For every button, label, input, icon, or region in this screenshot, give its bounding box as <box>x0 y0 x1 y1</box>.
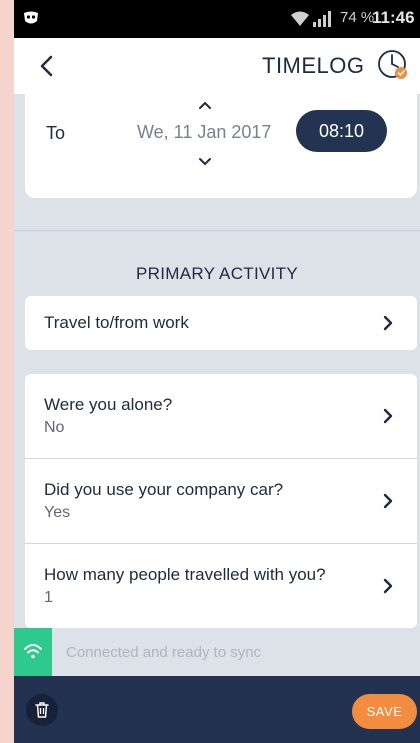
to-datetime-card: To We, 11 Jan 2017 08:10 <box>25 94 417 198</box>
chevron-right-icon <box>383 578 393 594</box>
section-title-primary-activity: PRIMARY ACTIVITY <box>136 264 298 283</box>
sync-message: Connected and ready to sync <box>66 644 262 661</box>
clock-check-icon[interactable] <box>376 48 410 82</box>
notification-mask-icon <box>24 11 38 24</box>
primary-activity-row[interactable]: Travel to/from work <box>25 296 417 350</box>
date-increment-chevron-icon[interactable] <box>197 99 213 111</box>
date-decrement-chevron-icon[interactable] <box>197 156 213 168</box>
question-row-travel-companions[interactable]: How many people travelled with you? 1 <box>25 544 417 628</box>
sync-status-bar: Connected and ready to sync <box>14 628 420 676</box>
to-label: To <box>46 123 66 143</box>
section-divider <box>14 230 420 231</box>
primary-activity-value: Travel to/from work <box>44 313 189 332</box>
question-row-alone[interactable]: Were you alone? No <box>25 374 417 458</box>
questions-card: Were you alone? No Did you use your comp… <box>25 374 417 628</box>
save-button[interactable]: SAVE <box>352 694 417 729</box>
battery-level: 74 % <box>340 9 375 26</box>
question-row-company-car[interactable]: Did you use your company car? Yes <box>25 459 417 543</box>
chevron-right-icon <box>383 493 393 509</box>
trash-icon <box>35 702 49 718</box>
page-title: TIMELOG <box>262 53 365 78</box>
chevron-right-icon <box>383 408 393 424</box>
wifi-status-icon <box>291 11 309 26</box>
delete-button[interactable] <box>26 694 58 726</box>
question-answer: 1 <box>44 589 53 606</box>
question-text: Did you use your company car? <box>44 480 284 499</box>
to-time-pill[interactable]: 08:10 <box>296 110 387 152</box>
sync-indicator <box>14 628 52 676</box>
question-answer: Yes <box>44 504 71 521</box>
back-arrow-icon[interactable] <box>34 52 62 80</box>
question-answer: No <box>44 419 65 436</box>
bottom-action-bar: SAVE <box>14 676 420 743</box>
chevron-right-icon <box>383 315 393 331</box>
wifi-icon <box>24 644 42 659</box>
signal-icon <box>313 11 331 27</box>
app-bar: TIMELOG <box>14 38 420 94</box>
status-time: 11:46 <box>372 8 415 27</box>
status-bar: 74 % 11:46 <box>14 0 420 38</box>
to-date-value[interactable]: We, 11 Jan 2017 <box>137 122 271 143</box>
question-text: Were you alone? <box>44 395 173 414</box>
question-text: How many people travelled with you? <box>44 565 326 584</box>
phone-screen: 74 % 11:46 TIMELOG To We, 11 Jan 2017 08… <box>14 0 420 743</box>
